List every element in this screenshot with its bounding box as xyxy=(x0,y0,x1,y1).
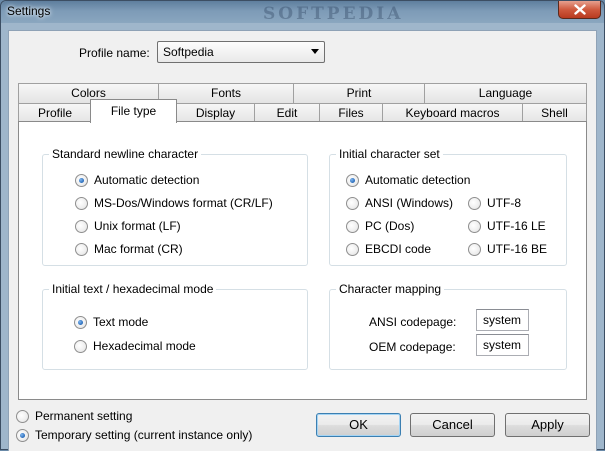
scope-option-permanent[interactable]: Permanent setting xyxy=(16,409,132,423)
close-icon xyxy=(573,4,586,15)
mode-option-text[interactable]: Text mode xyxy=(74,315,148,329)
radio-label: UTF-8 xyxy=(487,196,521,210)
radio-button[interactable] xyxy=(74,339,87,353)
radio-button[interactable] xyxy=(468,219,481,233)
scope-option-temporary[interactable]: Temporary setting (current instance only… xyxy=(16,428,252,442)
profile-name-label: Profile name: xyxy=(79,46,150,60)
radio-label: Hexadecimal mode xyxy=(93,339,196,353)
window-title: Settings xyxy=(7,4,51,18)
radio-button[interactable] xyxy=(346,242,359,256)
tab-keyboard-macros[interactable]: Keyboard macros xyxy=(382,103,523,123)
radio-button[interactable] xyxy=(75,219,88,233)
radio-button[interactable] xyxy=(16,409,29,423)
oem-codepage-value: system xyxy=(483,338,522,352)
charset-option-utf8[interactable]: UTF-8 xyxy=(468,196,521,210)
radio-label: Automatic detection xyxy=(94,173,200,187)
dialog-client-area: Profile name: Softpedia Colors Fonts Pri… xyxy=(8,30,597,451)
tab-files[interactable]: Files xyxy=(319,103,383,123)
title-bar[interactable]: Settings SOFTPEDIA xyxy=(1,1,604,24)
profile-name-dropdown[interactable]: Softpedia xyxy=(157,41,325,63)
tab-display[interactable]: Display xyxy=(176,103,255,123)
newline-group-title: Standard newline character xyxy=(49,147,202,161)
cancel-button[interactable]: Cancel xyxy=(410,413,495,437)
newline-option-auto[interactable]: Automatic detection xyxy=(75,173,199,187)
chevron-down-icon xyxy=(311,49,319,54)
radio-button[interactable] xyxy=(346,173,359,187)
radio-label: Unix format (LF) xyxy=(94,219,181,233)
radio-button[interactable] xyxy=(16,428,29,442)
newline-group: Standard newline character Automatic det… xyxy=(42,147,308,266)
mapping-group: Character mapping ANSI codepage: system … xyxy=(329,282,567,370)
charset-option-ebcdic[interactable]: EBCDI code xyxy=(346,242,431,256)
radio-label: ANSI (Windows) xyxy=(365,196,454,210)
newline-option-crlf[interactable]: MS-Dos/Windows format (CR/LF) xyxy=(75,196,273,210)
settings-window: Settings SOFTPEDIA Profile name: Softped… xyxy=(0,0,605,451)
tab-label: Fonts xyxy=(210,86,241,100)
radio-label: Automatic detection xyxy=(365,173,471,187)
oem-codepage-field[interactable]: system xyxy=(476,334,529,356)
ansi-codepage-value: system xyxy=(483,313,522,327)
charset-group-title: Initial character set xyxy=(336,147,443,161)
tab-label: File type xyxy=(110,104,157,118)
radio-label: UTF-16 BE xyxy=(487,242,548,256)
tab-label: Print xyxy=(346,86,372,100)
ansi-codepage-field[interactable]: system xyxy=(476,309,529,331)
tab-label: Keyboard macros xyxy=(405,106,500,120)
tab-label: Display xyxy=(195,106,236,120)
mode-option-hex[interactable]: Hexadecimal mode xyxy=(74,339,196,353)
radio-button[interactable] xyxy=(468,196,481,210)
radio-label: Text mode xyxy=(93,315,149,329)
tab-label: Language xyxy=(478,86,533,100)
radio-button[interactable] xyxy=(75,196,88,210)
radio-button[interactable] xyxy=(75,242,88,256)
tab-profile[interactable]: Profile xyxy=(18,103,92,123)
radio-label: Temporary setting (current instance only… xyxy=(35,428,253,442)
ok-button[interactable]: OK xyxy=(316,413,401,437)
tab-label: Files xyxy=(338,106,364,120)
radio-button[interactable] xyxy=(74,315,87,329)
charset-group: Initial character set Automatic detectio… xyxy=(329,147,567,266)
newline-option-cr[interactable]: Mac format (CR) xyxy=(75,242,183,256)
file-type-panel: Standard newline character Automatic det… xyxy=(18,121,587,400)
radio-label: MS-Dos/Windows format (CR/LF) xyxy=(94,196,273,210)
radio-label: UTF-16 LE xyxy=(487,219,546,233)
tab-fonts[interactable]: Fonts xyxy=(158,83,294,103)
radio-label: Mac format (CR) xyxy=(94,242,183,256)
mapping-group-title: Character mapping xyxy=(336,282,445,296)
tab-label: Edit xyxy=(276,106,298,120)
tab-file-type[interactable]: File type xyxy=(90,99,177,123)
newline-option-lf[interactable]: Unix format (LF) xyxy=(75,219,181,233)
tab-label: Shell xyxy=(541,106,568,120)
close-button[interactable] xyxy=(558,1,601,19)
tab-print[interactable]: Print xyxy=(293,83,425,103)
radio-label: Permanent setting xyxy=(35,409,133,423)
radio-button[interactable] xyxy=(468,242,481,256)
tab-shell[interactable]: Shell xyxy=(522,103,587,123)
radio-button[interactable] xyxy=(75,173,88,187)
radio-button[interactable] xyxy=(346,196,359,210)
ansi-codepage-label: ANSI codepage: xyxy=(369,315,457,329)
charset-option-ansi[interactable]: ANSI (Windows) xyxy=(346,196,453,210)
oem-codepage-label: OEM codepage: xyxy=(369,340,456,354)
mode-group: Initial text / hexadecimal mode Text mod… xyxy=(42,282,308,370)
radio-label: EBCDI code xyxy=(365,242,432,256)
charset-option-utf16le[interactable]: UTF-16 LE xyxy=(468,219,546,233)
mode-group-title: Initial text / hexadecimal mode xyxy=(49,282,217,296)
radio-label: PC (Dos) xyxy=(365,219,415,233)
apply-button[interactable]: Apply xyxy=(505,413,590,437)
charset-option-auto[interactable]: Automatic detection xyxy=(346,173,470,187)
charset-option-pc-dos[interactable]: PC (Dos) xyxy=(346,219,414,233)
charset-option-utf16be[interactable]: UTF-16 BE xyxy=(468,242,547,256)
tab-language[interactable]: Language xyxy=(424,83,587,103)
watermark-logo: SOFTPEDIA xyxy=(263,4,404,24)
tab-label: Colors xyxy=(71,86,106,100)
radio-button[interactable] xyxy=(346,219,359,233)
tab-edit[interactable]: Edit xyxy=(254,103,320,123)
tab-label: Profile xyxy=(37,106,72,120)
profile-name-value: Softpedia xyxy=(163,45,214,59)
